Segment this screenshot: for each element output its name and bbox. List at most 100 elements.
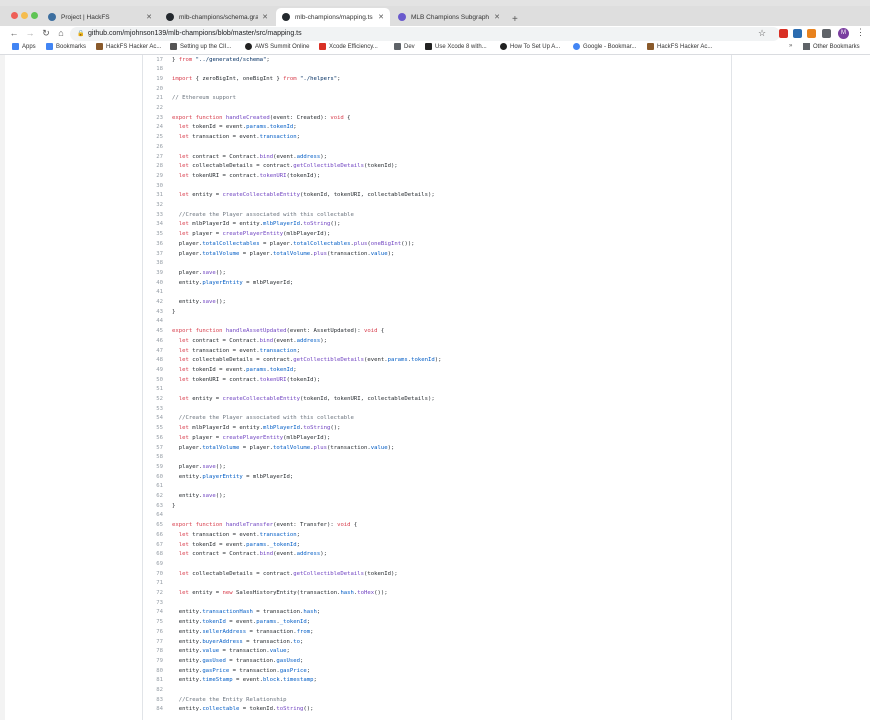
line-number[interactable]: 31 <box>143 191 163 201</box>
line-number[interactable]: 84 <box>143 705 163 715</box>
line-number[interactable]: 63 <box>143 502 163 512</box>
line-number[interactable]: 28 <box>143 162 163 172</box>
line-number[interactable]: 18 <box>143 65 163 75</box>
bookmark-star-icon[interactable]: ☆ <box>756 28 768 39</box>
line-number[interactable]: 82 <box>143 686 163 696</box>
extension-badge-icon[interactable] <box>779 29 788 38</box>
line-number[interactable]: 61 <box>143 482 163 492</box>
line-number[interactable]: 21 <box>143 94 163 104</box>
line-number[interactable]: 35 <box>143 230 163 240</box>
new-tab-button[interactable]: + <box>512 14 518 25</box>
line-number[interactable]: 78 <box>143 647 163 657</box>
line-number[interactable]: 81 <box>143 676 163 686</box>
line-number[interactable]: 51 <box>143 385 163 395</box>
forward-arrow-icon[interactable]: → <box>24 28 36 38</box>
line-number[interactable]: 26 <box>143 143 163 153</box>
line-number[interactable]: 17 <box>143 56 163 66</box>
back-arrow-icon[interactable]: ← <box>8 28 20 38</box>
line-number[interactable]: 44 <box>143 317 163 327</box>
tab-hackfs-project[interactable]: Project | HackFS ✕ <box>42 8 158 26</box>
close-tab-icon[interactable]: ✕ <box>146 13 152 21</box>
line-number[interactable]: 42 <box>143 298 163 308</box>
line-number[interactable]: 64 <box>143 511 163 521</box>
metamask-fox-icon[interactable] <box>807 29 816 38</box>
line-number[interactable]: 46 <box>143 337 163 347</box>
line-number[interactable]: 80 <box>143 667 163 677</box>
profile-avatar[interactable]: M <box>838 28 849 39</box>
bookmark-how-to-set-up[interactable]: How To Set Up A... <box>500 43 560 50</box>
line-number[interactable]: 36 <box>143 240 163 250</box>
line-number[interactable]: 19 <box>143 75 163 85</box>
line-number[interactable]: 68 <box>143 550 163 560</box>
line-number[interactable]: 60 <box>143 473 163 483</box>
line-number[interactable]: 75 <box>143 618 163 628</box>
puzzle-extensions-icon[interactable] <box>822 29 831 38</box>
line-number[interactable]: 23 <box>143 114 163 124</box>
bookmark-google[interactable]: Google - Bookmar... <box>573 43 636 50</box>
bookmark-folder-dev[interactable]: Dev <box>394 43 415 50</box>
line-number[interactable]: 58 <box>143 453 163 463</box>
line-number[interactable]: 41 <box>143 288 163 298</box>
line-number[interactable]: 32 <box>143 201 163 211</box>
line-number[interactable]: 43 <box>143 308 163 318</box>
bookmark-setting-up[interactable]: Setting up the CII... <box>170 43 231 50</box>
line-number[interactable]: 52 <box>143 395 163 405</box>
line-number[interactable]: 20 <box>143 85 163 95</box>
line-number[interactable]: 76 <box>143 628 163 638</box>
line-number[interactable]: 22 <box>143 104 163 114</box>
line-number[interactable]: 45 <box>143 327 163 337</box>
address-bar[interactable]: 🔒 github.com/mjohnson139/mlb-champions/b… <box>70 27 780 41</box>
line-number[interactable]: 33 <box>143 211 163 221</box>
reload-icon[interactable]: ↻ <box>40 28 52 39</box>
line-number[interactable]: 79 <box>143 657 163 667</box>
bookmark-apps[interactable]: Apps <box>12 43 36 50</box>
other-bookmarks[interactable]: Other Bookmarks <box>803 43 860 50</box>
line-number[interactable]: 73 <box>143 599 163 609</box>
line-number[interactable]: 66 <box>143 531 163 541</box>
line-number[interactable]: 27 <box>143 153 163 163</box>
close-tab-icon[interactable]: ✕ <box>494 13 500 21</box>
line-number[interactable]: 77 <box>143 638 163 648</box>
line-number[interactable]: 50 <box>143 376 163 386</box>
line-number[interactable]: 47 <box>143 347 163 357</box>
line-number[interactable]: 62 <box>143 492 163 502</box>
line-number[interactable]: 83 <box>143 696 163 706</box>
line-number[interactable]: 69 <box>143 560 163 570</box>
bookmark-hackfs-1[interactable]: HackFS Hacker Ac... <box>96 43 161 50</box>
shield-extension-icon[interactable] <box>793 29 802 38</box>
line-number[interactable]: 39 <box>143 269 163 279</box>
menu-kebab-icon[interactable]: ⋮ <box>856 27 865 38</box>
close-tab-icon[interactable]: ✕ <box>262 13 268 21</box>
line-number[interactable]: 55 <box>143 424 163 434</box>
line-number[interactable]: 37 <box>143 250 163 260</box>
line-number[interactable]: 59 <box>143 463 163 473</box>
line-number[interactable]: 74 <box>143 608 163 618</box>
bookmark-bookmarks[interactable]: Bookmarks <box>46 43 86 50</box>
tab-mlb-subgraph[interactable]: MLB Champions Subgraph ✕ <box>392 8 506 26</box>
line-number[interactable]: 24 <box>143 123 163 133</box>
line-number[interactable]: 70 <box>143 570 163 580</box>
line-number[interactable]: 54 <box>143 414 163 424</box>
bookmark-aws-summit[interactable]: AWS Summit Online <box>245 43 309 50</box>
close-tab-icon[interactable]: ✕ <box>378 13 384 21</box>
line-number[interactable]: 34 <box>143 220 163 230</box>
line-number[interactable]: 56 <box>143 434 163 444</box>
line-number[interactable]: 25 <box>143 133 163 143</box>
bookmark-xcode-efficiency[interactable]: Xcode Efficiency... <box>319 43 378 50</box>
zoom-window-button[interactable] <box>31 12 38 19</box>
bookmark-hackfs-2[interactable]: HackFS Hacker Ac... <box>647 43 712 50</box>
line-number[interactable]: 65 <box>143 521 163 531</box>
home-icon[interactable]: ⌂ <box>55 28 67 38</box>
tab-mapping-ts[interactable]: mlb-champions/mapping.ts at ✕ <box>276 8 390 26</box>
close-window-button[interactable] <box>11 12 18 19</box>
line-number[interactable]: 67 <box>143 541 163 551</box>
line-number[interactable]: 48 <box>143 356 163 366</box>
line-number[interactable]: 40 <box>143 279 163 289</box>
line-number[interactable]: 57 <box>143 444 163 454</box>
line-number[interactable]: 72 <box>143 589 163 599</box>
minimize-window-button[interactable] <box>21 12 28 19</box>
line-number[interactable]: 38 <box>143 259 163 269</box>
tab-schema-graphql[interactable]: mlb-champions/schema.graph ✕ <box>160 8 274 26</box>
bookmark-use-xcode-8[interactable]: Use Xcode 8 with... <box>425 43 487 50</box>
line-number[interactable]: 71 <box>143 579 163 589</box>
